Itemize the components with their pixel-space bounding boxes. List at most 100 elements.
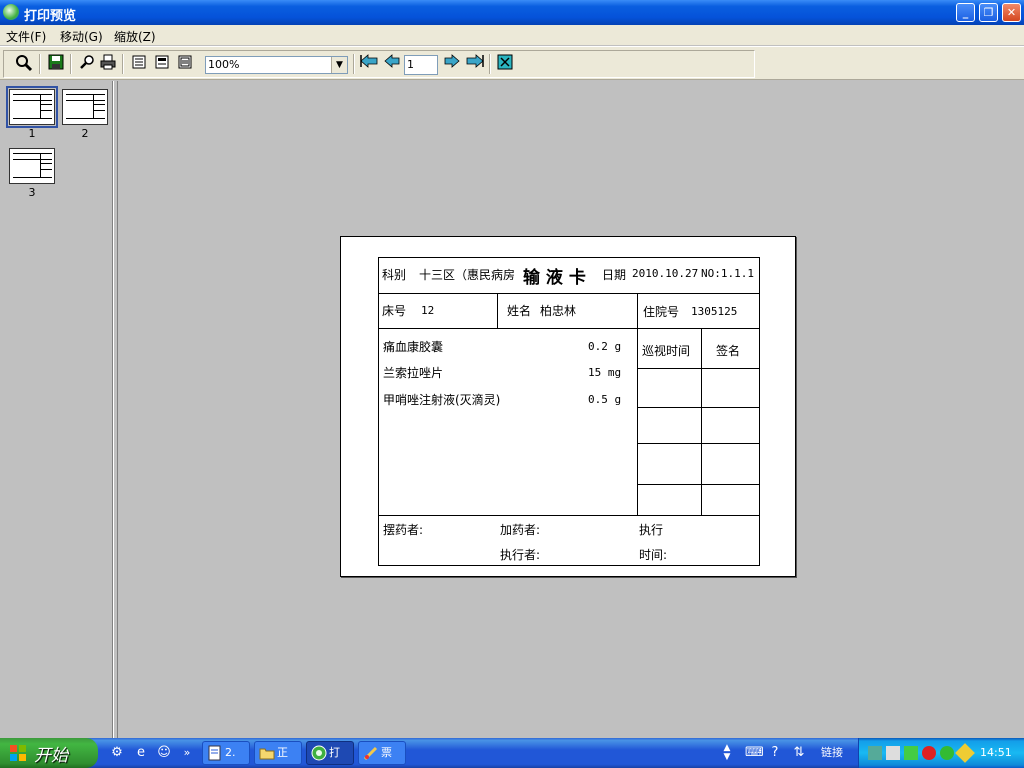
exec-label: 执行 <box>639 523 664 537</box>
toolbar-separator <box>70 54 72 74</box>
preview-page: 科别 十三区（惠民病房 输 液 卡 日期 2010.10.27 NO:1.1.1… <box>340 236 796 577</box>
task-label: 打 <box>329 746 340 759</box>
find-icon[interactable] <box>77 54 97 74</box>
clock: 14:51 <box>980 746 1012 759</box>
task-label: 票 <box>381 746 392 759</box>
task-button-folder[interactable]: 正 <box>254 741 302 765</box>
task-label: 正 <box>277 746 288 759</box>
links-toolbar[interactable]: 链接 <box>816 744 848 762</box>
toolbar-separator <box>39 54 41 74</box>
divider <box>637 407 759 408</box>
drug-dose: 0.2 g <box>588 340 622 353</box>
print-icon[interactable] <box>98 54 118 74</box>
drug-name: 兰索拉唑片 <box>383 366 444 380</box>
maximize-button[interactable]: ❐ <box>979 3 998 22</box>
exit-icon[interactable] <box>495 54 515 74</box>
toolbar: 100% ▼ 1 <box>0 46 1024 80</box>
menu-zoom[interactable]: 缩放(Z) <box>114 28 156 45</box>
infusion-card: 科别 十三区（惠民病房 输 液 卡 日期 2010.10.27 NO:1.1.1… <box>378 257 760 566</box>
start-button[interactable]: 开始 <box>0 738 98 768</box>
divider <box>637 443 759 444</box>
dept-value: 十三区（惠民病房 <box>419 268 516 282</box>
card-title: 输 液 卡 <box>523 268 586 288</box>
thumbnail-label: 2 <box>81 127 89 140</box>
taskbar-scroll-icon[interactable]: ▲ ▼ <box>718 744 736 762</box>
single-page-icon[interactable] <box>129 54 149 74</box>
desktop-toggle-icon[interactable]: ⇅ <box>790 744 808 762</box>
divider <box>379 515 759 516</box>
name-label: 姓名 <box>507 304 532 318</box>
last-page-icon[interactable] <box>465 54 485 74</box>
task-button-paint[interactable]: 票 <box>358 741 406 765</box>
divider <box>701 328 702 515</box>
tray-network-icon[interactable] <box>904 746 918 760</box>
first-page-icon[interactable] <box>359 54 379 74</box>
time-label: 时间: <box>639 548 668 562</box>
zoom-select[interactable]: 100% ▼ <box>205 56 348 74</box>
zoom-icon[interactable] <box>14 54 34 74</box>
quicklaunch-app-icon[interactable]: ⚙ <box>108 744 126 762</box>
task-button-document[interactable]: 2. <box>202 741 250 765</box>
date-value: 2010.10.27 <box>632 267 699 280</box>
document-icon <box>207 745 223 761</box>
menu-file[interactable]: 文件(F) <box>6 28 46 45</box>
page-number-input[interactable]: 1 <box>404 55 438 75</box>
tray-stop-icon[interactable] <box>922 746 936 760</box>
menu-move[interactable]: 移动(G) <box>60 28 103 45</box>
prev-page-icon[interactable] <box>382 54 402 74</box>
page-thumbnail-2[interactable] <box>62 89 108 125</box>
quicklaunch-expand-icon[interactable]: » <box>178 744 196 762</box>
thumbnail-label: 1 <box>28 127 36 140</box>
divider <box>379 293 759 294</box>
page-thumbnail-3[interactable] <box>9 148 55 184</box>
thumbnail-panel: 1 2 3 <box>0 81 113 738</box>
save-icon[interactable] <box>46 54 66 74</box>
page-thumbnail-1[interactable] <box>6 86 58 128</box>
page-setup-icon[interactable] <box>175 54 195 74</box>
qq-icon[interactable]: ☺ <box>155 744 173 762</box>
dept-label: 科别 <box>382 268 407 282</box>
task-label: 2. <box>225 746 236 759</box>
paint-icon <box>363 745 379 761</box>
divider <box>637 484 759 485</box>
dispenser-label: 摆药者: <box>383 523 424 537</box>
thumbnail-label: 3 <box>28 186 36 199</box>
tray-app-icon[interactable] <box>868 746 882 760</box>
admission-value: 1305125 <box>691 305 738 318</box>
adder-label: 加药者: <box>500 523 541 537</box>
drug-dose: 0.5 g <box>588 393 622 406</box>
windows-flag-icon <box>10 745 26 761</box>
date-label: 日期 <box>602 268 627 282</box>
toolbar-separator <box>353 54 355 74</box>
next-page-icon[interactable] <box>442 54 462 74</box>
drug-dose: 15 mg <box>588 366 622 379</box>
tray-security-icon[interactable] <box>955 743 975 763</box>
start-label: 开始 <box>34 746 68 766</box>
drug-name: 痛血康胶囊 <box>383 340 444 354</box>
bed-label: 床号 <box>382 304 407 318</box>
patrol-time-header: 巡视时间 <box>642 344 691 358</box>
card-number: NO:1.1.1 <box>701 267 754 280</box>
internet-explorer-icon[interactable]: e <box>132 744 150 762</box>
task-button-print-preview[interactable]: 打 <box>306 741 354 765</box>
tray-volume-icon[interactable] <box>886 746 900 760</box>
preview-area: 科别 十三区（惠民病房 输 液 卡 日期 2010.10.27 NO:1.1.1… <box>118 81 1024 738</box>
close-button[interactable]: ✕ <box>1002 3 1021 22</box>
menu-bar: 文件(F) 移动(G) 缩放(Z) <box>0 25 1024 45</box>
drug-name: 甲哨唑注射液(灭滴灵) <box>383 393 501 407</box>
chevron-down-icon[interactable]: ▼ <box>331 57 347 73</box>
help-icon[interactable]: ? <box>766 744 784 762</box>
bed-value: 12 <box>421 304 435 317</box>
toolbar-separator <box>489 54 491 74</box>
minimize-button[interactable]: _ <box>956 3 975 22</box>
executor-label: 执行者: <box>500 548 541 562</box>
zoom-value: 100% <box>208 58 240 71</box>
divider <box>637 293 638 515</box>
name-value: 柏忠林 <box>540 304 577 318</box>
window-title: 打印预览 <box>24 9 77 24</box>
keyboard-icon[interactable]: ⌨ <box>745 744 764 762</box>
admission-label: 住院号 <box>643 305 680 319</box>
app-icon <box>311 745 327 761</box>
multi-page-icon[interactable] <box>152 54 172 74</box>
tray-shield-icon[interactable] <box>940 746 954 760</box>
